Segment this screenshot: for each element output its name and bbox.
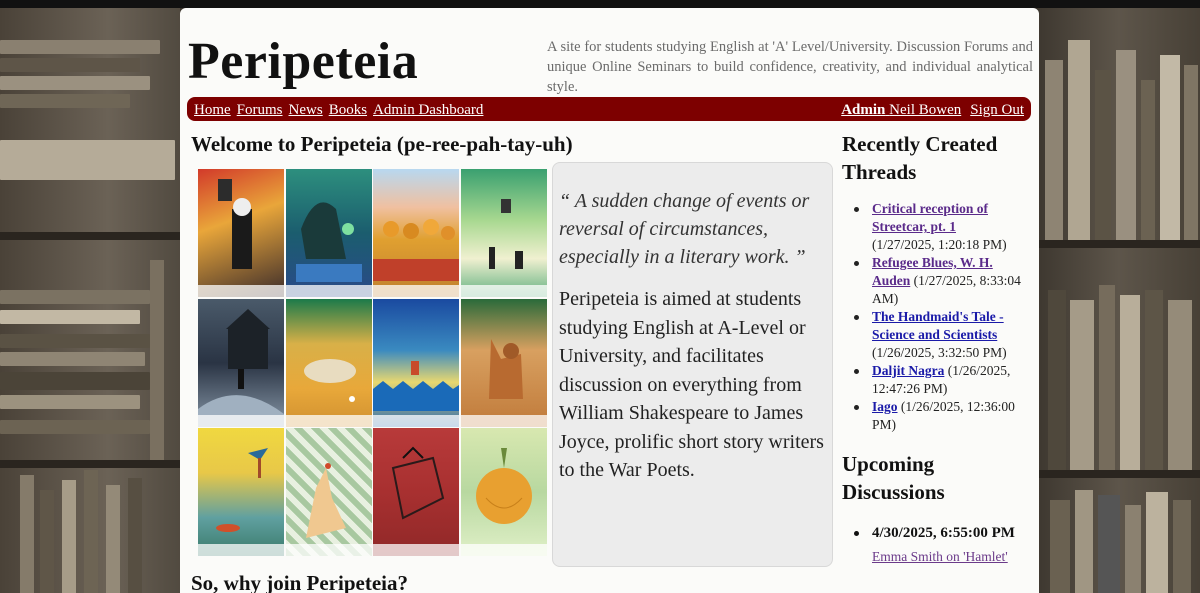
poster-field-figures <box>460 169 547 297</box>
thread-link-streetcar[interactable]: Critical reception of Streetcar, pt. 1 <box>872 201 988 234</box>
recent-threads-list: Critical reception of Streetcar, pt. 1 (1… <box>842 200 1032 434</box>
poster-fox <box>460 298 547 427</box>
sign-out-link[interactable]: Sign Out <box>970 102 1024 118</box>
thread-link-handmaids-tale[interactable]: The Handmaid's Tale - Science and Scient… <box>872 309 1004 342</box>
nav-admin-dashboard-link[interactable]: Admin Dashboard <box>373 102 483 118</box>
recent-threads-title: Recently Created Threads <box>842 132 998 184</box>
thread-item: Refugee Blues, W. H. Auden (1/27/2025, 8… <box>854 254 1032 308</box>
poster-dark-house <box>198 298 284 427</box>
admin-label: Admin <box>841 102 886 118</box>
event-link-hamlet[interactable]: Emma Smith on 'Hamlet' <box>872 549 1032 565</box>
poster-onion <box>460 428 547 556</box>
thread-link-iago[interactable]: Iago <box>872 399 898 414</box>
thread-item: Daljit Nagra (1/26/2025, 12:47:26 PM) <box>854 362 1032 398</box>
poster-desert-face <box>285 298 372 427</box>
welcome-heading: Welcome to Peripeteia (pe-ree-pah-tay-uh… <box>191 132 573 156</box>
poster-grid <box>198 169 547 558</box>
upcoming-discussions-title: Upcoming Discussions <box>842 452 945 504</box>
sidebar: Recently Created Threads Critical recept… <box>842 130 1032 565</box>
poster-skeleton-figure <box>198 169 284 297</box>
nav-forums-link[interactable]: Forums <box>237 102 283 118</box>
thread-item: The Handmaid's Tale - Science and Scient… <box>854 308 1032 362</box>
poster-autumn-trees <box>373 169 459 297</box>
nav-user-link[interactable]: Admin Neil Bowen <box>841 102 961 118</box>
poster-reaper-bed <box>285 169 372 297</box>
upcoming-events-list: 4/30/2025, 6:55:00 PM <box>842 522 1032 545</box>
site-description: Peripeteia is aimed at students studying… <box>559 288 824 481</box>
nav-books-link[interactable]: Books <box>329 102 367 118</box>
why-join-heading: So, why join Peripeteia? <box>191 571 408 593</box>
site-tagline: A site for students studying English at … <box>547 39 1033 95</box>
site-logo[interactable]: Peripeteia <box>188 32 418 91</box>
thread-link-daljit-nagra[interactable]: Daljit Nagra <box>872 363 944 378</box>
poster-red-hand <box>373 428 459 556</box>
nav-left: Home Forums News Books Admin Dashboard <box>194 99 489 119</box>
thread-item: Critical reception of Streetcar, pt. 1 (1… <box>854 200 1032 254</box>
main-card: Peripeteia A site for students studying … <box>180 8 1039 593</box>
nav-news-link[interactable]: News <box>289 102 323 118</box>
nav-home-link[interactable]: Home <box>194 102 231 118</box>
event-item: 4/30/2025, 6:55:00 PM <box>854 522 1032 545</box>
main-nav: Home Forums News Books Admin Dashboard Admin… <box>187 97 1031 121</box>
thread-item: Iago (1/26/2025, 12:36:00 PM) <box>854 398 1032 434</box>
definition-quote: “ A sudden change of events or reversal … <box>559 190 810 268</box>
nav-right: Admin Neil Bowen Sign Out <box>832 99 1024 119</box>
thread-date: (1/26/2025, 3:32:50 PM) <box>872 345 1007 360</box>
poster-hand-pattern <box>285 428 372 556</box>
quote-box: “ A sudden change of events or reversal … <box>552 162 833 567</box>
poster-blue-figure <box>373 298 459 427</box>
poster-bird-landscape <box>198 428 284 556</box>
user-name: Neil Bowen <box>889 102 962 118</box>
thread-date: (1/27/2025, 1:20:18 PM) <box>872 237 1007 252</box>
